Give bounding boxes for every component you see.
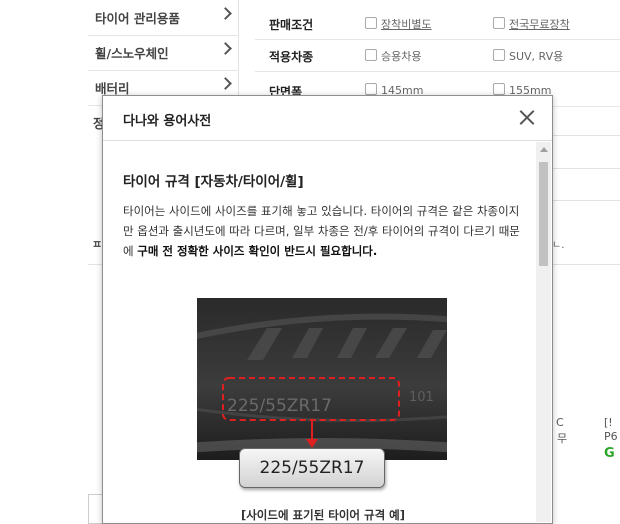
scroll-thumb[interactable] xyxy=(539,162,548,266)
filter-label: 판매조건 xyxy=(269,18,314,32)
glossary-modal: 다나와 용어사전 타이어 규격 [자동차/타이어/휠] 타이어는 사이드에 사이… xyxy=(102,95,553,524)
filter-option[interactable]: 장착비별도 xyxy=(365,16,432,32)
emphasis-text: 구매 전 정확한 사이즈 확인이 반드시 필요합니다. xyxy=(137,244,378,258)
chevron-right-icon xyxy=(219,42,232,55)
checkbox-icon[interactable] xyxy=(493,17,505,29)
size-badge: 225/55ZR17 xyxy=(239,448,385,488)
filter-label: 적용차종 xyxy=(269,50,314,64)
bg-text-fragment: G xyxy=(604,446,615,461)
bg-text-fragment: ㅍ xyxy=(92,238,103,251)
checkbox-icon[interactable] xyxy=(493,83,505,95)
filter-option[interactable]: SUV, RV용 xyxy=(493,48,563,64)
checkbox-icon[interactable] xyxy=(365,49,377,61)
category-tire-care[interactable]: 타이어 관리용품 xyxy=(88,0,238,36)
modal-title: 다나와 용어사전 xyxy=(123,114,212,129)
term-description: 타이어는 사이드에 사이즈를 표기해 놓고 있습니다. 타이어의 규격은 같은 … xyxy=(123,204,520,258)
image-caption: [사이드에 표기된 타이어 규격 예] xyxy=(240,508,406,522)
checkbox-icon[interactable] xyxy=(365,17,377,29)
checkbox-icon[interactable] xyxy=(365,83,377,95)
checkbox-icon[interactable] xyxy=(493,49,505,61)
term-title: 타이어 규격 [자동차/타이어/휠] xyxy=(123,174,304,190)
divider xyxy=(551,168,620,169)
chevron-right-icon xyxy=(219,77,232,90)
bg-box-fragment xyxy=(88,494,103,524)
bg-text-fragment: P6 xyxy=(604,430,618,443)
close-icon[interactable] xyxy=(518,108,536,126)
bg-text-fragment: [! xyxy=(604,416,613,429)
chevron-right-icon xyxy=(219,7,232,20)
filter-option[interactable]: 승용차용 xyxy=(365,48,421,64)
filter-row-sale-condition: 판매조건 장착비별도 전국무료장착 xyxy=(255,4,620,40)
filter-option[interactable]: 전국무료장착 xyxy=(493,16,570,32)
sidewall-suffix-text: 101 xyxy=(409,390,434,405)
divider xyxy=(551,200,620,201)
divider xyxy=(551,135,620,136)
sidewall-size-text: 225/55ZR17 xyxy=(227,396,332,416)
modal-scrollbar[interactable] xyxy=(536,142,551,522)
category-label: 타이어 관리용품 xyxy=(95,11,180,26)
category-label: 휠/스노우체인 xyxy=(95,46,169,61)
modal-body: 타이어 규격 [자동차/타이어/휠] 타이어는 사이드에 사이즈를 표기해 놓고… xyxy=(103,141,535,523)
bg-text-fragment: 무 xyxy=(557,432,568,445)
filter-row-vehicle-type: 적용차종 승용차용 SUV, RV용 xyxy=(255,36,620,72)
bg-text-fragment: C xyxy=(556,416,564,429)
modal-header: 다나와 용어사전 xyxy=(103,96,552,141)
bg-text-fragment: ㄴ. xyxy=(552,240,565,251)
tire-size-example-image: 225/55ZR17 101 xyxy=(197,298,447,460)
scroll-up-icon[interactable] xyxy=(540,147,548,152)
category-wheel-chain[interactable]: 휠/스노우체인 xyxy=(88,35,238,71)
